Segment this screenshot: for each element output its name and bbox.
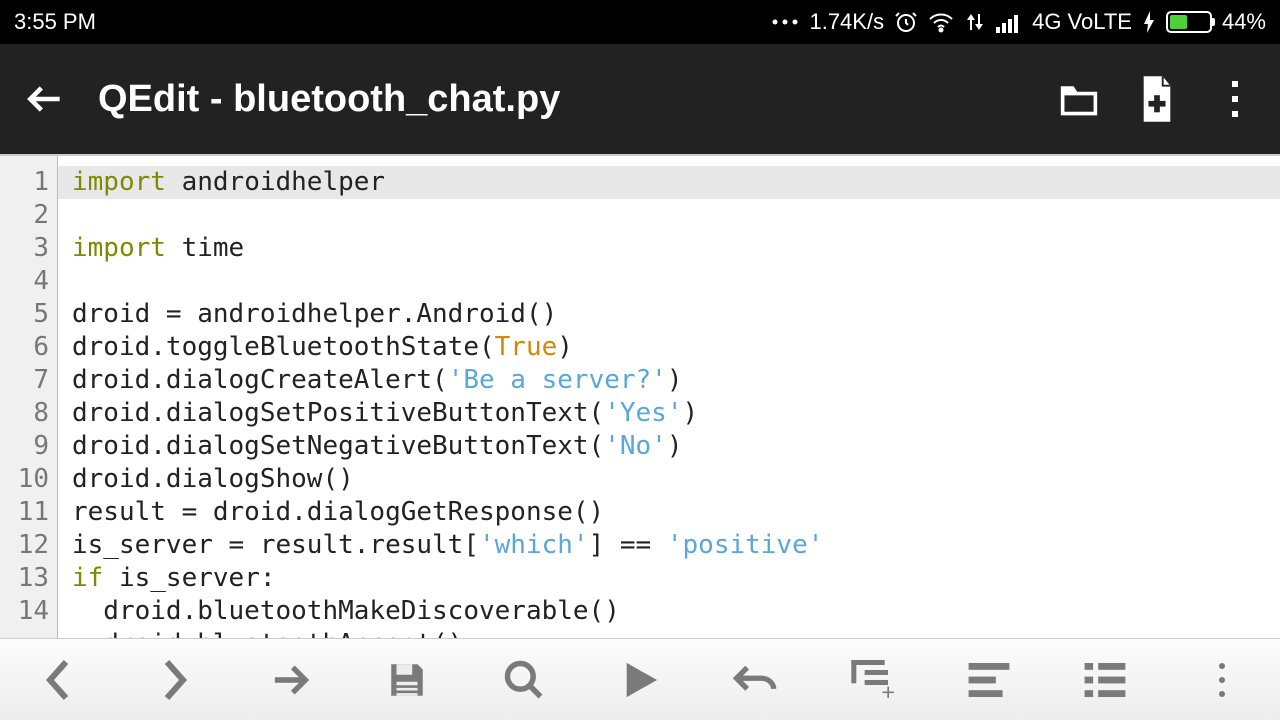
folder-button[interactable]: [1054, 74, 1104, 124]
align-left-button[interactable]: [964, 655, 1014, 705]
line-number: 7: [0, 364, 49, 397]
next-button[interactable]: [150, 655, 200, 705]
battery-icon: [1166, 11, 1212, 33]
bottom-toolbar: +: [0, 638, 1280, 720]
list-button[interactable]: [1080, 655, 1130, 705]
code-line[interactable]: if is_server:: [72, 563, 276, 593]
code-line[interactable]: droid.dialogSetPositiveButtonText('Yes'): [72, 398, 698, 428]
undo-button[interactable]: [731, 655, 781, 705]
line-number: 9: [0, 430, 49, 463]
status-speed: 1.74K/s: [809, 9, 884, 35]
code-editor[interactable]: 1234567891011121314 import androidhelper…: [0, 154, 1280, 638]
line-number-gutter: 1234567891011121314: [0, 156, 58, 638]
battery-pct: 44%: [1222, 9, 1266, 35]
code-area[interactable]: import androidhelper import time droid =…: [58, 156, 1280, 638]
alarm-icon: [894, 10, 918, 34]
app-bar: QEdit - bluetooth_chat.py: [0, 44, 1280, 154]
status-time: 3:55 PM: [14, 9, 96, 35]
code-line[interactable]: result = droid.dialogGetResponse(): [72, 497, 604, 527]
save-button[interactable]: [382, 655, 432, 705]
code-line[interactable]: droid.dialogSetNegativeButtonText('No'): [72, 431, 683, 461]
data-arrows-icon: [964, 10, 986, 34]
status-bar: 3:55 PM 1.74K/s 4G VoLTE 44%: [0, 0, 1280, 44]
prev-button[interactable]: [33, 655, 83, 705]
code-line[interactable]: droid.dialogCreateAlert('Be a server?'): [72, 365, 683, 395]
overflow-menu-button[interactable]: [1210, 74, 1260, 124]
line-number: 6: [0, 331, 49, 364]
code-line[interactable]: import androidhelper: [58, 166, 1280, 199]
status-right: 1.74K/s 4G VoLTE 44%: [771, 9, 1266, 35]
line-number: 12: [0, 529, 49, 562]
network-label: 4G VoLTE: [1032, 9, 1132, 35]
run-button[interactable]: [615, 655, 665, 705]
svg-text:+: +: [881, 679, 895, 700]
line-number: 1: [0, 166, 49, 199]
app-title: QEdit - bluetooth_chat.py: [98, 78, 1026, 121]
signal-icon: [996, 11, 1022, 33]
code-line[interactable]: droid.toggleBluetoothState(True): [72, 332, 573, 362]
line-number: 13: [0, 562, 49, 595]
code-line[interactable]: droid.bluetoothMakeDiscoverable(): [72, 596, 620, 626]
forward-button[interactable]: [266, 655, 316, 705]
code-line[interactable]: droid = androidhelper.Android(): [72, 299, 557, 329]
line-number: 10: [0, 463, 49, 496]
battery-fill: [1170, 15, 1187, 29]
code-line[interactable]: droid.bluetoothAccept(): [72, 629, 463, 638]
line-number: 14: [0, 595, 49, 628]
bottom-overflow-button[interactable]: [1197, 655, 1247, 705]
line-number: 4: [0, 265, 49, 298]
line-number: 3: [0, 232, 49, 265]
line-number: 8: [0, 397, 49, 430]
code-line[interactable]: droid.dialogShow(): [72, 464, 354, 494]
line-number: 2: [0, 199, 49, 232]
new-file-button[interactable]: [1132, 74, 1182, 124]
indent-button[interactable]: +: [848, 655, 898, 705]
wifi-icon: [928, 11, 954, 33]
code-line[interactable]: import time: [72, 233, 244, 263]
line-number: 11: [0, 496, 49, 529]
back-button[interactable]: [20, 74, 70, 124]
charging-icon: [1142, 11, 1156, 33]
code-line[interactable]: is_server = result.result['which'] == 'p…: [72, 530, 823, 560]
search-button[interactable]: [499, 655, 549, 705]
more-dots-icon: [771, 17, 799, 27]
line-number: 5: [0, 298, 49, 331]
